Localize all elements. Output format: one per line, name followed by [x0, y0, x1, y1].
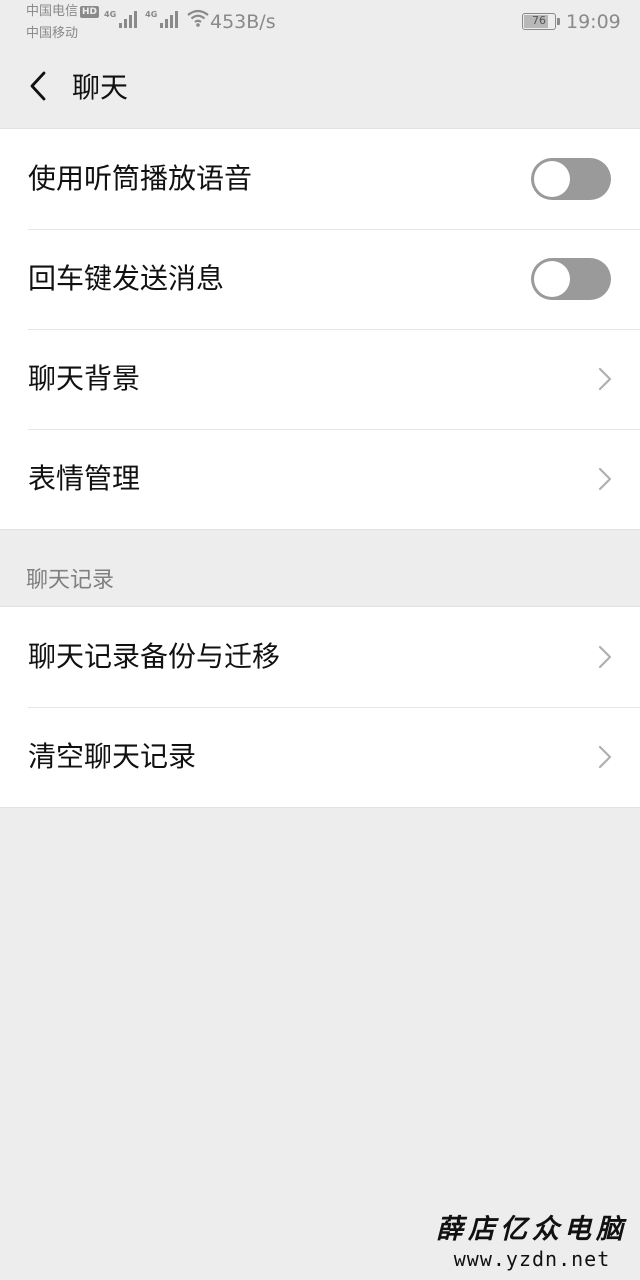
wifi-icon — [187, 9, 209, 27]
earpiece-playback-toggle[interactable] — [531, 158, 611, 200]
setting-row-earpiece-playback[interactable]: 使用听筒播放语音 — [0, 129, 640, 229]
section-header-chat-history: 聊天记录 — [26, 568, 115, 593]
setting-label: 聊天记录备份与迁移 — [28, 640, 281, 673]
carrier-2-label: 中国移动 — [26, 26, 79, 41]
setting-label: 聊天背景 — [28, 362, 141, 395]
toggle-knob — [534, 261, 570, 297]
chevron-left-icon — [30, 71, 46, 101]
setting-label: 使用听筒播放语音 — [28, 162, 253, 195]
title-bar: 聊天 — [0, 48, 640, 128]
page-title: 聊天 — [72, 71, 129, 104]
watermark-title: 薛店亿众电脑 — [436, 1214, 628, 1245]
carrier-info: 中国电信 HD 中国移动 — [26, 4, 100, 42]
network-2-label: 4G — [145, 10, 158, 19]
watermark-url: www.yzdn.net — [453, 1247, 611, 1271]
clock: 19:09 — [566, 11, 621, 33]
battery-icon: 76 — [522, 13, 560, 30]
toggle-knob — [534, 161, 570, 197]
signal-icon: 4G — [104, 10, 138, 28]
settings-group-general: 使用听筒播放语音 回车键发送消息 聊天背景 表情管理 — [0, 128, 640, 530]
net-speed: 453B/s — [210, 11, 276, 33]
battery-level: 76 — [532, 14, 546, 27]
carrier-1-label: 中国电信 — [26, 4, 79, 19]
network-1-label: 4G — [104, 10, 117, 19]
signal-icon: 4G — [145, 10, 179, 28]
setting-row-clear-history[interactable]: 清空聊天记录 — [0, 707, 640, 807]
back-button[interactable] — [18, 66, 58, 106]
chevron-right-icon — [598, 367, 612, 391]
setting-label: 回车键发送消息 — [28, 262, 225, 295]
hd-badge: HD — [80, 6, 100, 18]
chevron-right-icon — [598, 745, 612, 769]
enter-to-send-toggle[interactable] — [531, 258, 611, 300]
setting-label: 清空聊天记录 — [28, 740, 197, 773]
setting-row-sticker-management[interactable]: 表情管理 — [0, 429, 640, 529]
setting-row-enter-to-send[interactable]: 回车键发送消息 — [0, 229, 640, 329]
watermark: 薛店亿众电脑 www.yzdn.net — [432, 1214, 632, 1272]
settings-group-chat-history: 聊天记录备份与迁移 清空聊天记录 — [0, 606, 640, 808]
chevron-right-icon — [598, 645, 612, 669]
signal-indicators: 4G 4G — [104, 8, 210, 28]
status-bar: 中国电信 HD 中国移动 4G 4G 453B/s 76 19:09 — [0, 0, 640, 48]
setting-row-backup-migrate[interactable]: 聊天记录备份与迁移 — [0, 607, 640, 707]
setting-row-chat-background[interactable]: 聊天背景 — [0, 329, 640, 429]
setting-label: 表情管理 — [28, 462, 141, 495]
chevron-right-icon — [598, 467, 612, 491]
